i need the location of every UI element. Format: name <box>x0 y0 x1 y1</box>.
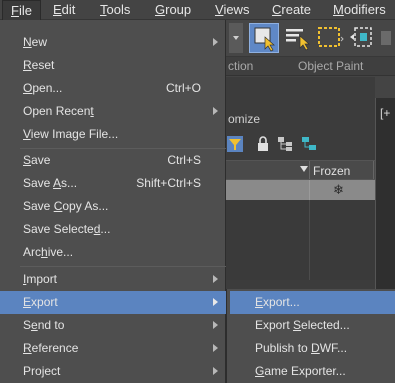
menu-modifiers[interactable]: Modifiers <box>333 0 386 20</box>
layer-hierarchy-icon[interactable] <box>301 136 317 155</box>
ribbon-label-object-paint: Object Paint <box>298 59 364 73</box>
scene-explorer-header: omize <box>225 108 375 130</box>
submenu-item-export-selected[interactable]: Export Selected... <box>230 314 395 337</box>
submenu-item-export[interactable]: Export... <box>230 291 395 314</box>
submenu-arrow-icon <box>213 275 218 283</box>
column-divider <box>309 200 310 280</box>
menu-item-reset[interactable]: Reset <box>0 54 226 77</box>
menu-item-open[interactable]: Open... Ctrl+O <box>0 77 226 100</box>
menu-bar: File Edit Tools Group Views Create Modif… <box>0 0 395 20</box>
menu-item-save-copy-as[interactable]: Save Copy As... <box>0 195 226 218</box>
submenu-arrow-icon <box>213 107 218 115</box>
menu-item-view-image-file[interactable]: View Image File... <box>0 123 226 146</box>
submenu-arrow-icon <box>213 38 218 46</box>
ribbon-labels: ction Object Paint <box>225 56 395 76</box>
menu-item-save-selected[interactable]: Save Selected... <box>0 218 226 241</box>
snowflake-icon[interactable]: ❄ <box>333 182 344 198</box>
main-toolbar <box>225 20 395 56</box>
filter-icon[interactable] <box>227 136 243 155</box>
ribbon-label-selection: ction <box>228 59 254 73</box>
hierarchy-icon[interactable] <box>277 136 293 155</box>
submenu-item-publish-to-dwf[interactable]: Publish to DWF... <box>230 337 395 360</box>
menu-item-open-recent[interactable]: Open Recent <box>0 100 226 123</box>
shortcut-label: Ctrl+O <box>165 81 201 95</box>
submenu-item-game-exporter[interactable]: Game Exporter... <box>230 360 395 383</box>
menu-item-export[interactable]: Export <box>0 291 226 314</box>
export-submenu: Export... Export Selected... Publish to … <box>226 289 395 383</box>
column-divider <box>309 180 310 200</box>
menu-views[interactable]: Views <box>215 0 249 20</box>
menu-item-save-as[interactable]: Save As... Shift+Ctrl+S <box>0 172 226 195</box>
menu-group[interactable]: Group <box>155 0 191 20</box>
column-divider <box>373 161 374 179</box>
column-divider <box>309 161 310 179</box>
column-header-row: Frozen <box>225 160 375 180</box>
menu-separator <box>20 266 226 267</box>
column-header-frozen[interactable]: Frozen <box>313 164 350 178</box>
submenu-arrow-icon <box>213 321 218 329</box>
select-object-icon[interactable] <box>249 23 279 53</box>
table-row[interactable]: ❄ <box>225 180 375 200</box>
menu-create[interactable]: Create <box>272 0 311 20</box>
shortcut-label: Ctrl+S <box>167 153 201 167</box>
menu-tools[interactable]: Tools <box>100 0 130 20</box>
submenu-arrow-icon <box>213 298 218 306</box>
menu-item-import[interactable]: Import <box>0 268 226 291</box>
file-menu: New Reset Open... Ctrl+O Open Recent Vie… <box>0 20 226 383</box>
menu-file[interactable]: File <box>2 0 41 20</box>
submenu-arrow-icon <box>213 367 218 375</box>
rectangular-selection-icon[interactable] <box>315 23 345 53</box>
select-by-name-icon[interactable] <box>283 23 313 53</box>
scene-list <box>225 200 375 280</box>
window-crossing-icon[interactable] <box>347 23 377 53</box>
toolbar-overflow-icon[interactable] <box>377 23 395 53</box>
panel-title: omize <box>228 112 261 126</box>
dropdown-arrow-icon[interactable] <box>229 23 243 53</box>
submenu-arrow-icon <box>213 344 218 352</box>
scene-explorer-toolbar <box>225 130 375 160</box>
menu-edit[interactable]: Edit <box>53 0 75 20</box>
shortcut-label: Shift+Ctrl+S <box>136 176 201 190</box>
menu-item-project[interactable]: Project <box>0 360 226 383</box>
sort-down-icon[interactable] <box>300 166 308 172</box>
lock-icon[interactable] <box>257 136 269 155</box>
menu-item-new[interactable]: New <box>0 31 226 54</box>
viewport-label[interactable]: [+ <box>380 106 390 120</box>
menu-item-reference[interactable]: Reference <box>0 337 226 360</box>
menu-item-archive[interactable]: Archive... <box>0 241 226 264</box>
menu-item-send-to[interactable]: Send to <box>0 314 226 337</box>
menu-item-save[interactable]: Save Ctrl+S <box>0 149 226 172</box>
